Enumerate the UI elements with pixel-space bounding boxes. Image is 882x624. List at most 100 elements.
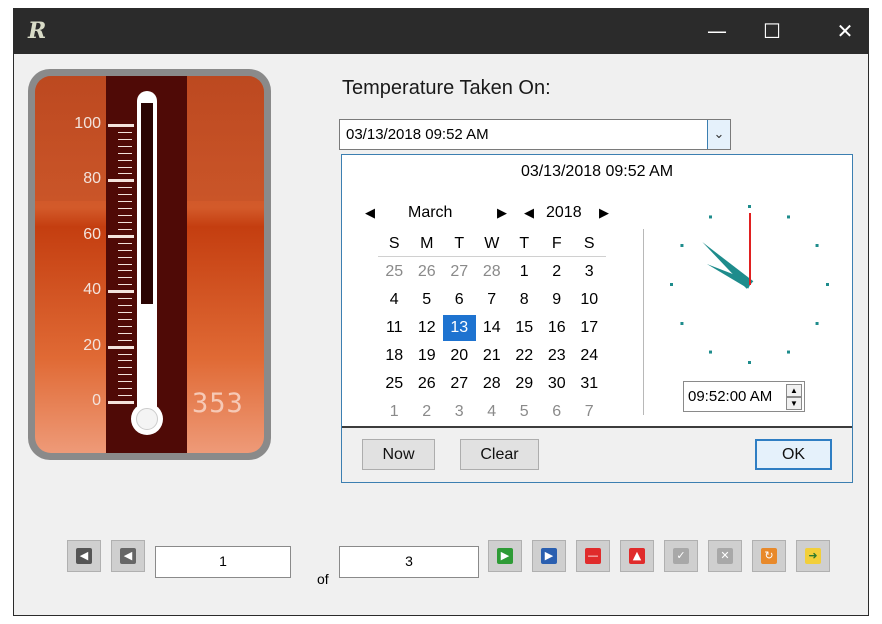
minor-tick	[118, 138, 132, 140]
calendar-day[interactable]: 15	[508, 315, 541, 341]
calendar-day[interactable]: 9	[541, 287, 574, 313]
calendar-day[interactable]: 21	[476, 343, 509, 369]
minor-tick	[118, 374, 132, 376]
refresh-button[interactable]: ↻	[752, 540, 786, 572]
clock-hour-mark	[748, 205, 751, 208]
calendar-day[interactable]: 18	[378, 343, 411, 369]
calendar-day[interactable]: 6	[541, 399, 574, 425]
scale-label: 40	[83, 281, 101, 299]
export-button[interactable]: ➜	[796, 540, 830, 572]
calendar-day[interactable]: 12	[411, 315, 444, 341]
calendar-day[interactable]: 31	[573, 371, 606, 397]
year-label[interactable]: 2018	[546, 204, 582, 222]
minor-tick	[118, 166, 132, 168]
clear-button[interactable]: Clear	[460, 439, 539, 470]
application-window: R — ☐ ✕ 100 80 60 40 20 0 353 Temperature Tak…	[13, 8, 869, 616]
last-record-button[interactable]: ▶	[532, 540, 566, 572]
calendar-day[interactable]: 25	[378, 371, 411, 397]
calendar-day[interactable]: 27	[443, 371, 476, 397]
minor-tick	[118, 305, 132, 307]
calendar-day-selected[interactable]: 13	[443, 315, 476, 341]
calendar-day[interactable]: 4	[378, 287, 411, 313]
minor-tick	[118, 339, 132, 341]
delete-record-button[interactable]: —	[576, 540, 610, 572]
calendar-day[interactable]: 3	[443, 399, 476, 425]
calendar-day[interactable]: 14	[476, 315, 509, 341]
minor-tick	[118, 284, 132, 286]
calendar-day[interactable]: 11	[378, 315, 411, 341]
refresh-icon: ↻	[761, 548, 777, 564]
minor-tick	[118, 256, 132, 258]
calendar-day[interactable]: 10	[573, 287, 606, 313]
minor-tick	[118, 187, 132, 189]
minor-tick	[118, 242, 132, 244]
calendar-day[interactable]: 17	[573, 315, 606, 341]
save-button[interactable]: ✓	[664, 540, 698, 572]
calendar-day[interactable]: 27	[443, 259, 476, 285]
calendar-day[interactable]: 29	[508, 371, 541, 397]
calendar-grid: SMTWTFS 25 26 27 28 1 2 3 4 5 6 7 8 9 10 11 12 13 14 15 16 1…	[378, 231, 606, 427]
calendar-day[interactable]: 8	[508, 287, 541, 313]
ok-button[interactable]: OK	[755, 439, 832, 470]
cancel-button[interactable]: ✕	[708, 540, 742, 572]
calendar-day[interactable]: 2	[541, 259, 574, 285]
calendar-day[interactable]: 19	[411, 343, 444, 369]
calendar-day[interactable]: 26	[411, 371, 444, 397]
calendar-day[interactable]: 30	[541, 371, 574, 397]
calendar-day[interactable]: 5	[411, 287, 444, 313]
move-up-button[interactable]: ▲	[620, 540, 654, 572]
scale-label: 80	[83, 170, 101, 188]
calendar-day[interactable]: 7	[476, 287, 509, 313]
calendar-week-row: 25 26 27 28 1 2 3	[378, 259, 606, 287]
previous-month-icon[interactable]: ◀	[365, 205, 375, 221]
record-position-input[interactable]: 1	[155, 546, 291, 578]
analog-clock[interactable]	[664, 201, 842, 369]
previous-year-icon[interactable]: ◀	[524, 205, 534, 221]
time-value[interactable]: 09:52:00 AM	[688, 388, 772, 405]
next-record-button[interactable]: ▶	[488, 540, 522, 572]
month-label[interactable]: March	[408, 204, 452, 222]
calendar-day[interactable]: 3	[573, 259, 606, 285]
first-record-button[interactable]: ◀	[67, 540, 101, 572]
calendar-day[interactable]: 1	[378, 399, 411, 425]
time-input[interactable]: 09:52:00 AM ▲ ▼	[683, 381, 805, 412]
maximize-button[interactable]: ☐	[749, 9, 795, 54]
calendar-day[interactable]: 28	[476, 259, 509, 285]
calendar-day[interactable]: 7	[573, 399, 606, 425]
calendar-day[interactable]: 5	[508, 399, 541, 425]
time-spin-up-icon[interactable]: ▲	[786, 384, 802, 397]
calendar-day[interactable]: 1	[508, 259, 541, 285]
calendar-day[interactable]: 24	[573, 343, 606, 369]
next-month-icon[interactable]: ▶	[497, 205, 507, 221]
calendar-day[interactable]: 6	[443, 287, 476, 313]
title-bar[interactable]: R — ☐ ✕	[14, 9, 868, 54]
time-spin-down-icon[interactable]: ▼	[786, 397, 802, 410]
previous-record-icon: ◀	[120, 548, 136, 564]
calendar-day[interactable]: 28	[476, 371, 509, 397]
minor-tick	[118, 131, 132, 133]
datetime-value[interactable]: 03/13/2018 09:52 AM	[346, 126, 489, 143]
now-button[interactable]: Now	[362, 439, 435, 470]
calendar-day[interactable]: 4	[476, 399, 509, 425]
weekday-label: T	[519, 235, 530, 252]
calendar-day[interactable]: 26	[411, 259, 444, 285]
minor-tick	[118, 311, 132, 313]
calendar-day[interactable]: 22	[508, 343, 541, 369]
close-button[interactable]: ✕	[822, 9, 868, 54]
chevron-down-icon[interactable]: ⌄	[707, 120, 730, 149]
calendar-day[interactable]: 23	[541, 343, 574, 369]
previous-record-button[interactable]: ◀	[111, 540, 145, 572]
calendar-day[interactable]: 16	[541, 315, 574, 341]
next-year-icon[interactable]: ▶	[599, 205, 609, 221]
picker-footer: Now Clear OK	[342, 426, 852, 482]
datetime-picker-input[interactable]: 03/13/2018 09:52 AM ⌄	[339, 119, 731, 150]
minimize-button[interactable]: —	[694, 9, 740, 54]
calendar-day[interactable]: 20	[443, 343, 476, 369]
minor-tick	[118, 332, 132, 334]
minor-tick	[118, 173, 132, 175]
calendar-day[interactable]: 25	[378, 259, 411, 285]
calendar-day[interactable]: 2	[411, 399, 444, 425]
scale-label: 60	[83, 225, 101, 243]
calendar-week-row: 25 26 27 28 29 30 31	[378, 371, 606, 399]
clock-hour-mark	[709, 215, 712, 219]
